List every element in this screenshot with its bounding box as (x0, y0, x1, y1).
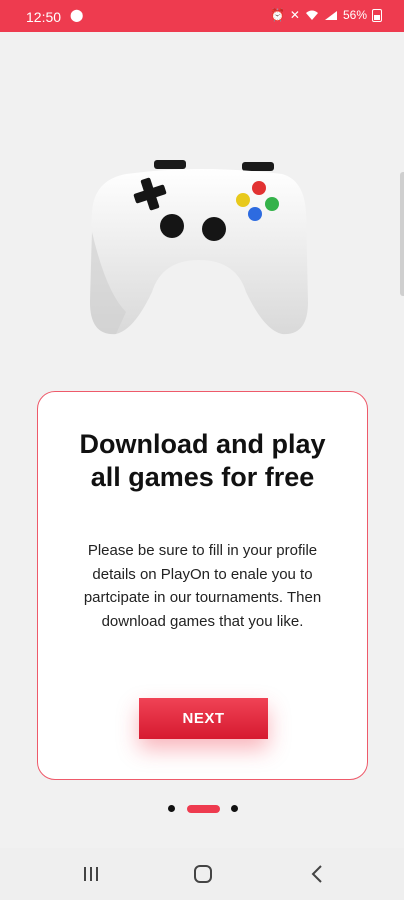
page-dot[interactable] (168, 805, 175, 812)
edge-panel-handle[interactable] (400, 172, 404, 296)
alarm-icon: ⏰ (269, 8, 285, 22)
page-dot-active (187, 805, 220, 813)
page-dot[interactable] (231, 805, 238, 812)
signal-icon (324, 10, 337, 20)
home-icon[interactable] (188, 861, 218, 887)
navigation-bar (0, 848, 404, 900)
page-indicator (0, 804, 404, 814)
battery-icon (372, 8, 382, 22)
battery-percent: 56% (342, 8, 367, 22)
onboarding-title: Download and play all games for free (79, 429, 326, 492)
recents-icon[interactable] (76, 861, 106, 887)
status-icons: ⏰ ✕ 56% (270, 8, 382, 22)
next-button[interactable]: NEXT (139, 698, 268, 739)
notification-icon: ⬤ (70, 8, 84, 22)
wifi-icon (305, 10, 318, 20)
onboarding-description: Please be sure to fill in your profile d… (83, 542, 322, 630)
status-bar: 12:50 ⬤ ⏰ ✕ 56% (0, 0, 404, 32)
back-icon[interactable] (302, 861, 332, 887)
game-controller-illustration (90, 160, 308, 335)
status-time: 12:50 (26, 9, 62, 25)
mute-icon: ✕ (289, 8, 300, 22)
onboarding-card: Download and play all games for free Ple… (37, 391, 368, 780)
